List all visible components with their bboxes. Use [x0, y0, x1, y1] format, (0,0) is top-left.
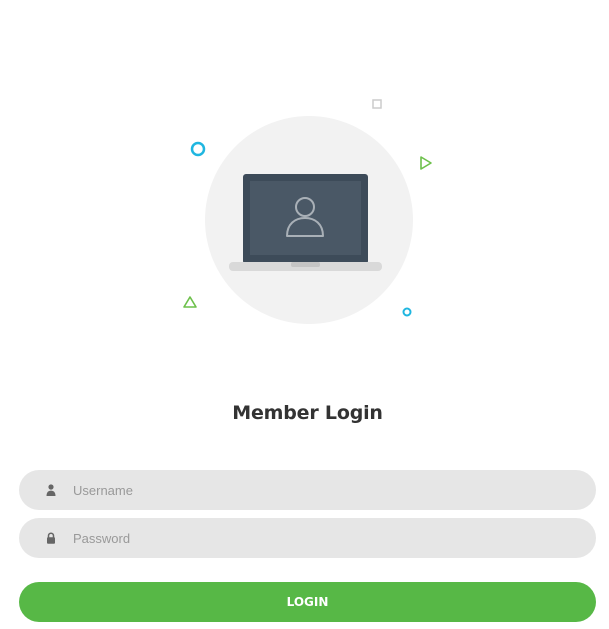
password-field[interactable] [19, 518, 596, 558]
decor-play-triangle-icon [420, 156, 432, 170]
decor-circle-small-icon [402, 307, 412, 317]
lock-icon [47, 532, 55, 544]
decor-circle-icon [190, 141, 206, 157]
user-icon [46, 484, 56, 496]
decor-triangle-icon [183, 296, 197, 308]
login-button[interactable]: LOGIN [19, 582, 596, 622]
username-input[interactable] [73, 470, 573, 510]
laptop-user-icon [183, 99, 432, 324]
login-illustration [0, 0, 609, 360]
username-field[interactable] [19, 470, 596, 510]
decor-square-icon [372, 99, 382, 109]
password-input[interactable] [73, 518, 573, 558]
laptop-icon [229, 174, 382, 271]
page-title: Member Login [232, 402, 383, 424]
